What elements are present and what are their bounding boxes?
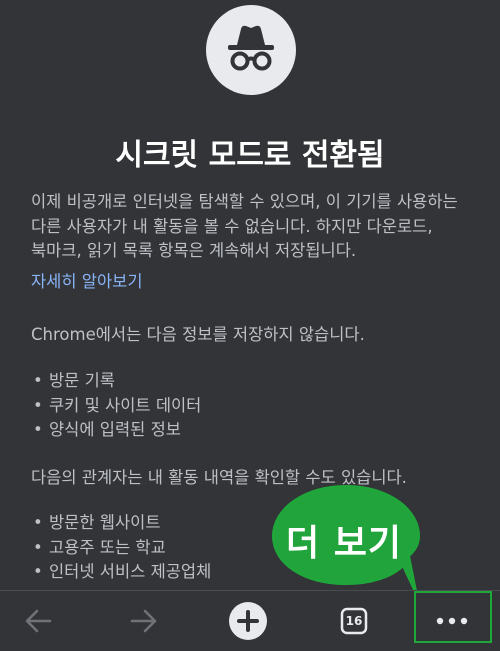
list-item: • 고용주 또는 학교	[33, 537, 166, 557]
page-title: 시크릿 모드로 전환됨	[115, 138, 385, 173]
new-tab-button[interactable]	[218, 591, 278, 651]
description-line: 다른 사용자가 내 활동을 볼 수 없습니다. 하지만 다운로드,	[31, 216, 433, 236]
list-item: • 인터넷 서비스 제공업체	[33, 562, 212, 581]
list-item: • 양식에 입력된 정보	[33, 420, 181, 439]
description-line: 이제 비공개로 인터넷을 탐색할 수 있으며, 이 기기를 사용하는	[31, 192, 458, 211]
plus-icon	[229, 602, 267, 640]
arrow-right-icon	[130, 609, 157, 633]
not-saved-list: • 방문 기록 • 쿠키 및 사이트 데이터 • 양식에 입력된 정보	[31, 369, 201, 443]
list-item: • 쿠키 및 사이트 데이터	[33, 395, 202, 415]
list-item: • 방문 기록	[33, 371, 115, 390]
learn-more-link[interactable]: 자세히 알아보기	[31, 268, 143, 292]
callout-text: 더 보기	[286, 523, 402, 564]
tab-count: 16	[345, 614, 363, 628]
incognito-badge	[206, 5, 296, 95]
not-saved-title: Chrome에서는 다음 정보를 저장하지 않습니다.	[31, 325, 365, 344]
arrow-left-icon	[25, 609, 52, 633]
back-button[interactable]	[8, 591, 68, 651]
forward-button[interactable]	[114, 591, 174, 651]
description-line: 북마크, 읽기 목록 항목은 계속해서 저장됩니다.	[31, 241, 357, 260]
incognito-icon	[228, 25, 274, 71]
may-see-list: • 방문한 웹사이트 • 고용주 또는 학교 • 인터넷 서비스 제공업체	[31, 511, 211, 585]
description: 이제 비공개로 인터넷을 탐색할 수 있으며, 이 기기를 사용하는 다른 사용…	[31, 190, 481, 264]
list-item: • 방문한 웹사이트	[33, 513, 161, 532]
more-button-highlight	[414, 591, 492, 643]
tab-switcher-button[interactable]: 16	[324, 591, 384, 651]
